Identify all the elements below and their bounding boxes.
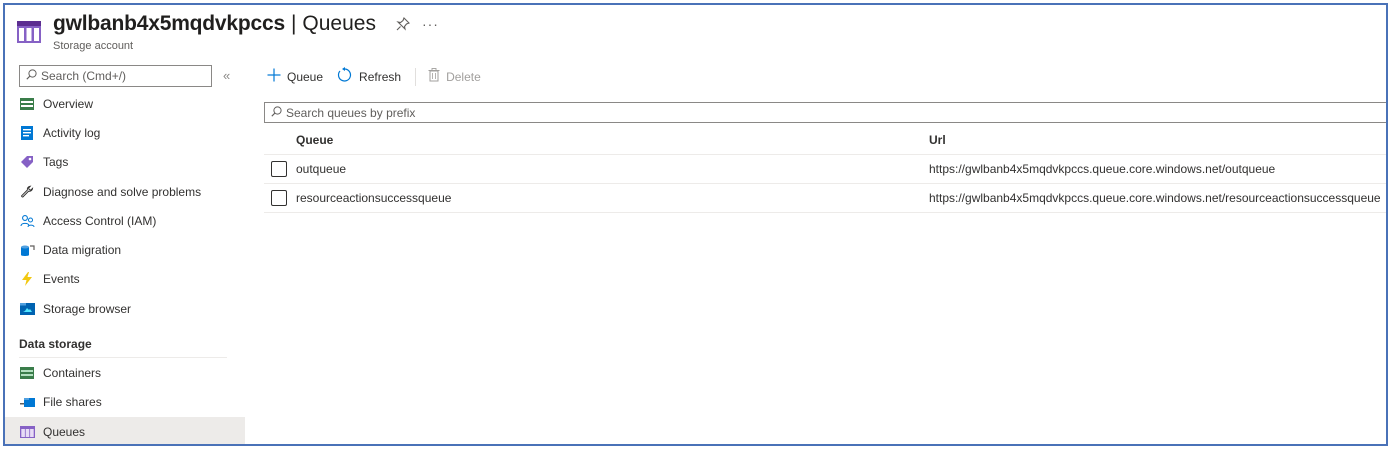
sidebar-item-file-shares[interactable]: File shares [5,388,245,417]
sidebar-item-label: Containers [43,366,102,381]
table-header: Queue Url [264,125,1386,155]
row-checkbox[interactable] [271,190,287,206]
queue-prefix-search-input[interactable]: Search queues by prefix [264,102,1386,123]
main-content: Queue Refresh Delete Search queues by pr… [263,63,1386,444]
collapse-sidebar-icon[interactable]: « [223,68,230,83]
search-icon [271,105,282,120]
sidebar-item-tags[interactable]: Tags [5,148,245,177]
tag-icon [19,154,35,170]
toolbar-divider [415,68,417,86]
sidebar-item-label: File shares [43,395,102,410]
sidebar-item-iam[interactable]: Access Control (IAM) [5,206,245,235]
sidebar-item-label: Overview [43,96,94,111]
column-header-queue[interactable]: Queue [296,133,929,147]
queue-name-cell[interactable]: resourceactionsuccessqueue [296,191,929,205]
sidebar-item-queues[interactable]: Queues [5,416,245,444]
sidebar-item-label: Tags [43,155,69,170]
resource-type: Storage account [53,40,134,52]
overview-icon [19,96,35,112]
sidebar-item-label: Queues [43,424,86,439]
activity-log-icon [19,125,35,141]
lightning-icon [19,271,35,287]
queue-resource-icon [17,21,41,43]
sidebar-item-label: Activity log [43,125,101,140]
queues-icon [19,424,35,440]
data-migration-icon [19,242,35,258]
sidebar-search-placeholder: Search (Cmd+/) [41,69,127,83]
trash-icon [428,68,440,86]
file-shares-icon [19,394,35,410]
queue-url-cell: https://gwlbanb4x5mqdvkpccs.queue.core.w… [929,191,1381,205]
add-queue-button[interactable]: Queue [267,68,323,86]
sidebar-item-diagnose[interactable]: Diagnose and solve problems [5,177,245,206]
wrench-icon [19,184,35,200]
queue-prefix-placeholder: Search queues by prefix [286,105,416,120]
sidebar-item-label: Events [43,272,80,287]
sidebar-item-containers[interactable]: Containers [5,358,245,387]
plus-icon [267,68,281,86]
row-checkbox[interactable] [271,161,287,177]
resource-name: gwlbanb4x5mqdvkpccs [53,12,285,35]
refresh-label: Refresh [359,70,402,84]
queues-table: Queue Url outqueue https://gwlbanb4x5mqd… [264,125,1386,213]
command-bar: Queue Refresh Delete [267,65,495,89]
sidebar: Search (Cmd+/) « Overview Activity log T… [5,63,245,444]
delete-label: Delete [446,70,481,84]
sidebar-item-label: Access Control (IAM) [43,213,157,228]
search-icon [26,69,37,83]
queue-name-cell[interactable]: outqueue [296,162,929,176]
more-icon[interactable]: ··· [422,16,439,32]
table-row[interactable]: resourceactionsuccessqueue https://gwlba… [264,184,1386,213]
section-heading-data-storage: Data storage [19,337,92,352]
sidebar-item-storage-browser[interactable]: Storage browser [5,294,245,323]
sidebar-item-events[interactable]: Events [5,265,245,294]
sidebar-item-activity-log[interactable]: Activity log [5,118,245,147]
delete-button[interactable]: Delete [428,68,481,86]
app-frame: gwlbanb4x5mqdvkpccs | Queues ··· Storage… [3,3,1388,446]
storage-browser-icon [19,301,35,317]
page-header: gwlbanb4x5mqdvkpccs | Queues ··· Storage… [17,9,439,57]
sidebar-item-label: Diagnose and solve problems [43,184,202,199]
add-queue-label: Queue [287,70,324,84]
people-icon [19,213,35,229]
title-separator: | [290,12,297,35]
containers-icon [19,365,35,381]
row-checkbox-cell [264,161,296,177]
row-checkbox-cell [264,190,296,206]
table-row[interactable]: outqueue https://gwlbanb4x5mqdvkpccs.que… [264,155,1386,184]
pin-icon[interactable] [394,15,412,33]
refresh-button[interactable]: Refresh [337,67,401,87]
sidebar-item-overview[interactable]: Overview [5,89,245,118]
sidebar-search-input[interactable]: Search (Cmd+/) [19,65,212,87]
sidebar-item-label: Storage browser [43,301,132,316]
page-title: Queues [302,12,376,35]
queue-url-cell: https://gwlbanb4x5mqdvkpccs.queue.core.w… [929,162,1276,176]
refresh-icon [337,67,353,87]
sidebar-item-data-migration[interactable]: Data migration [5,235,245,264]
column-header-url[interactable]: Url [929,133,1386,147]
sidebar-nav: Overview Activity log Tags Diagnose and … [5,89,245,444]
sidebar-item-label: Data migration [43,243,122,258]
